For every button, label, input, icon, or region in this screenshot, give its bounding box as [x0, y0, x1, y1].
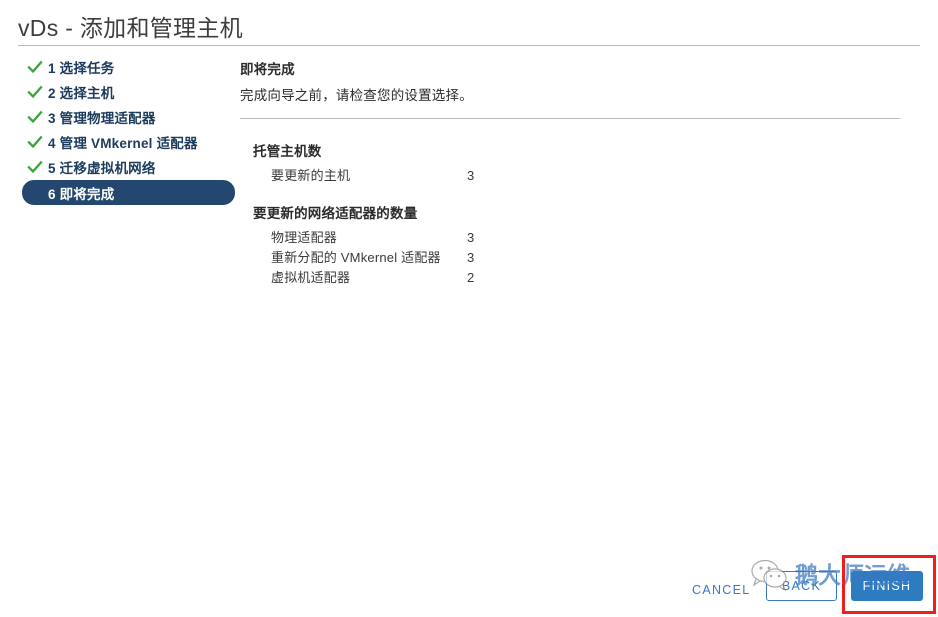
summary-group-title: 要更新的网络适配器的数量 [253, 206, 418, 221]
summary-row-label: 重新分配的 VMkernel 适配器 [271, 250, 441, 265]
content-subtitle: 完成向导之前，请检查您的设置选择。 [240, 88, 473, 103]
wizard-step-1-label: 1 选择任务 [48, 60, 115, 76]
summary-row-label: 虚拟机适配器 [271, 270, 351, 285]
finish-button[interactable]: FINISH [851, 571, 923, 601]
wizard-step-6[interactable]: 6 即将完成 [22, 180, 235, 205]
summary-row-label: 物理适配器 [271, 230, 338, 245]
summary-panel: 即将完成 完成向导之前，请检查您的设置选择。 托管主机数 要更新的主机 3 要更… [240, 58, 910, 287]
checkmark-icon [27, 160, 43, 173]
cancel-button[interactable]: CANCEL [684, 578, 759, 602]
wizard-step-5[interactable]: 5 迁移虚拟机网络 [22, 155, 242, 178]
checkmark-icon [27, 85, 43, 98]
header-divider [18, 45, 920, 46]
wizard-step-5-label: 5 迁移虚拟机网络 [48, 160, 156, 176]
summary-row: 虚拟机适配器 2 [253, 267, 910, 287]
checkmark-icon [27, 60, 43, 73]
wizard-step-4[interactable]: 4 管理 VMkernel 适配器 [22, 130, 242, 153]
summary-group-adapters: 要更新的网络适配器的数量 物理适配器 3 重新分配的 VMkernel 适配器 … [253, 202, 910, 287]
wizard-footer: CANCEL BACK FINISH [0, 568, 938, 608]
summary-row-value: 2 [467, 270, 475, 285]
wizard-step-2-label: 2 选择主机 [48, 85, 115, 101]
summary-row-value: 3 [467, 250, 475, 265]
summary-row-value: 3 [467, 168, 475, 183]
summary-row-value: 3 [467, 230, 475, 245]
summary-row-label: 要更新的主机 [271, 168, 351, 183]
summary-row: 要更新的主机 3 [253, 165, 910, 185]
wizard-step-3[interactable]: 3 管理物理适配器 [22, 105, 242, 128]
wizard-step-6-label: 6 即将完成 [48, 186, 115, 202]
content-heading: 即将完成 [240, 62, 295, 77]
summary-group-title: 托管主机数 [253, 144, 322, 159]
checkmark-icon [27, 110, 43, 123]
page-title: vDs - 添加和管理主机 [18, 15, 243, 41]
wizard-step-3-label: 3 管理物理适配器 [48, 110, 156, 126]
content-divider [240, 118, 900, 119]
wizard-step-4-label: 4 管理 VMkernel 适配器 [48, 135, 198, 151]
summary-groups: 托管主机数 要更新的主机 3 要更新的网络适配器的数量 物理适配器 3 重新分配… [240, 140, 910, 287]
wizard-step-list: 1 选择任务 2 选择主机 3 管理物理适配器 4 管理 VMkernel 适配… [22, 55, 242, 207]
summary-row: 物理适配器 3 [253, 227, 910, 247]
checkmark-icon [27, 135, 43, 148]
back-button[interactable]: BACK [766, 571, 837, 601]
wizard-step-2[interactable]: 2 选择主机 [22, 80, 242, 103]
wizard-step-1[interactable]: 1 选择任务 [22, 55, 242, 78]
summary-row: 重新分配的 VMkernel 适配器 3 [253, 247, 910, 267]
summary-group-hosts: 托管主机数 要更新的主机 3 [253, 140, 910, 185]
